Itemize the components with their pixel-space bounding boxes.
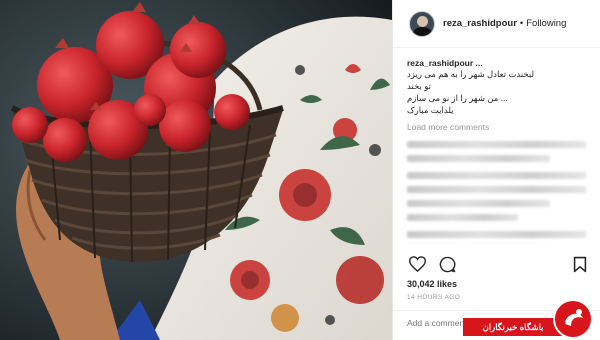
blurred-comment [407,172,586,179]
load-more-comments-link[interactable]: Load more comments [407,122,586,132]
blurred-comment [407,141,586,148]
likes-count[interactable]: 30,042 likes [407,279,457,289]
blurred-comment [407,155,551,162]
post-actions-bar [407,254,590,274]
post-photo[interactable] [0,0,392,340]
save-button[interactable] [570,254,590,274]
watermark-label: باشگاه خبرنگاران [463,318,563,336]
blurred-comment [407,214,518,221]
blurred-comment [407,186,586,193]
post-header: reza_rashidpour • Following [393,0,600,48]
pomegranate-basket-image [0,0,392,340]
following-button[interactable]: Following [526,18,566,29]
bookmark-icon [573,256,587,272]
caption-line: لبخندت تعادل شهر را به هم می ریزد [407,69,535,79]
avatar[interactable] [409,10,435,37]
blurred-comment [407,231,586,238]
caption-line: ... من شهر را از نو می سازم [407,93,508,103]
post-username[interactable]: reza_rashidpour [443,18,517,29]
blurred-comment [407,200,551,207]
comments-section: reza_rashidpour ... لبخندت تعادل شهر را … [393,48,600,244]
caption-username[interactable]: reza_rashidpour ... [407,58,586,68]
post-side-panel: reza_rashidpour • Following reza_rashidp… [392,0,600,340]
caption-line: یلدایت مبارک [407,105,454,115]
caption-line: تو بخند [407,81,431,91]
instagram-post-screen: reza_rashidpour • Following reza_rashidp… [0,0,600,340]
heart-icon [408,256,426,272]
watermark: باشگاه خبرنگاران [463,298,600,340]
separator-dot: • [519,18,524,29]
like-button[interactable] [407,254,427,274]
post-timestamp: 14 HOURS AGO [407,294,461,301]
comment-icon [439,256,455,272]
news-agency-logo-icon [553,299,593,339]
comment-button[interactable] [437,254,457,274]
